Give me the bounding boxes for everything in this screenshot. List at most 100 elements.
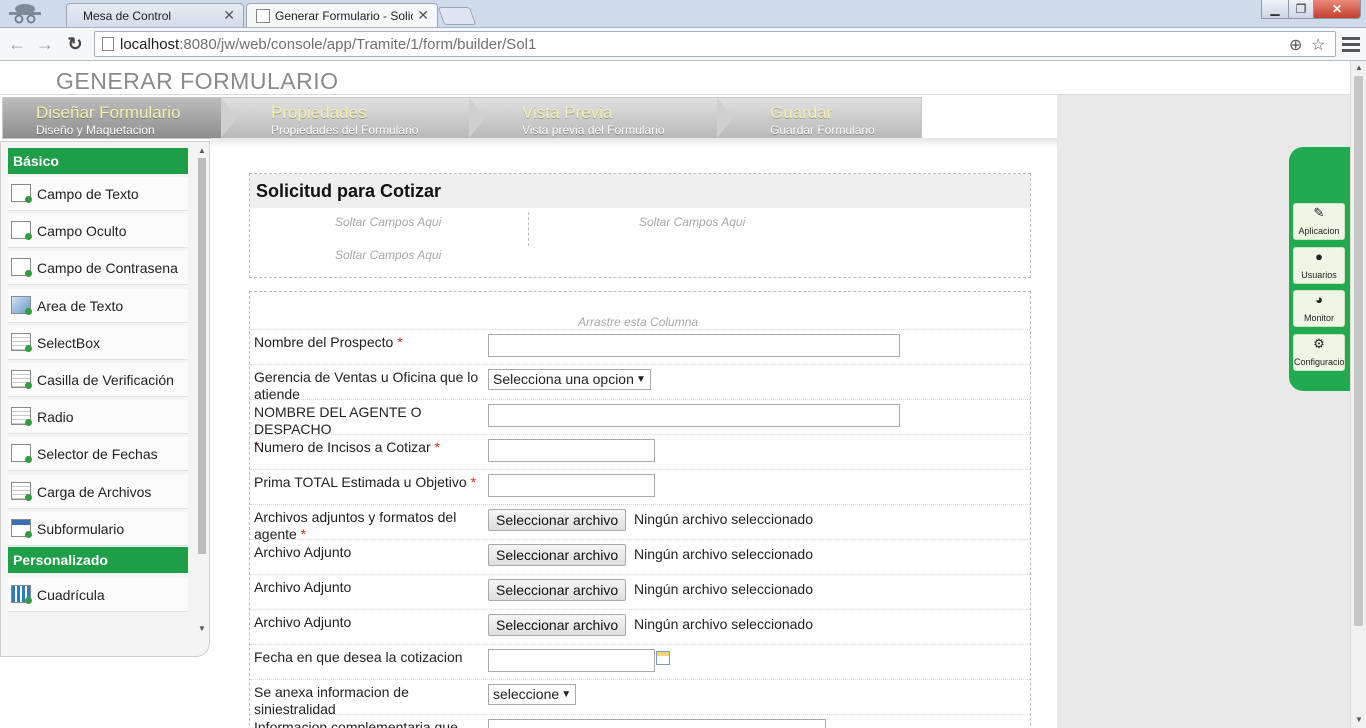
step-vista-previa[interactable]: Vista Previa Vista previa del Formulario <box>487 98 717 138</box>
app-menu-monitor[interactable]: ◕ Monitor <box>1293 290 1345 327</box>
tab-mesa-de-control[interactable]: Mesa de Control ✕ <box>66 3 244 27</box>
prima-input[interactable] <box>488 474 655 497</box>
palette-item-casilla-de-verificacion[interactable]: Casilla de Verificación <box>8 363 188 397</box>
field-label-text: Prima TOTAL Estimada u Objetivo <box>254 474 467 490</box>
tab-generar-formulario[interactable]: Generar Formulario - Solic ✕ <box>246 3 438 27</box>
app-menu-label: Usuarios <box>1301 270 1337 280</box>
scroll-down-icon[interactable]: ▼ <box>198 624 206 633</box>
palette-item-campo-de-texto[interactable]: Campo de Texto <box>8 177 188 211</box>
field-row-incisos[interactable]: Numero de Incisos a Cotizar * <box>250 434 1030 469</box>
field-row-agente[interactable]: NOMBRE DEL AGENTE O DESPACHO * <box>250 399 1030 454</box>
palette-item-cuadricula[interactable]: Cuadrícula <box>8 578 188 612</box>
select-file-button[interactable]: Seleccionar archivo <box>488 544 627 566</box>
gears-icon: ⚙ <box>1313 336 1325 351</box>
agente-input[interactable] <box>488 404 900 427</box>
app-menu-usuarios[interactable]: ● Usuarios <box>1293 247 1345 284</box>
app-menu-aplicacion[interactable]: ✎ Aplicacion <box>1293 203 1345 240</box>
window-close-button[interactable]: ✕ <box>1313 0 1361 19</box>
step-disenar-formulario[interactable]: Diseñar Formulario Diseño y Maquetacion <box>3 98 221 138</box>
maximize-button[interactable]: ❐ <box>1288 0 1314 19</box>
gerencia-select[interactable]: Selecciona una opcion ▼ <box>488 369 651 390</box>
close-tab-icon[interactable]: ✕ <box>417 7 429 24</box>
field-row-adjuntos[interactable]: Archivos adjuntos y formatos del agente … <box>250 504 1030 542</box>
palette-item-label: Cuadrícula <box>37 587 105 603</box>
tab-title: Mesa de Control <box>83 9 172 23</box>
zoom-icon[interactable]: ⊕ <box>1289 35 1302 55</box>
fecha-input[interactable] <box>488 649 655 672</box>
palette-scroll-thumb[interactable] <box>198 158 206 554</box>
palette-item-carga-de-archivos[interactable]: Carga de Archivos <box>8 475 188 509</box>
field-row-archivo-2[interactable]: Archivo Adjunto Seleccionar archivo Ning… <box>250 574 1030 609</box>
new-tab-button[interactable] <box>437 7 477 25</box>
form-section-header[interactable]: Solicitud para Cotizar Soltar Campos Aqu… <box>249 173 1031 278</box>
field-row-fecha[interactable]: Fecha en que desea la cotizacion <box>250 644 1030 679</box>
palette-item-campo-oculto[interactable]: Campo Oculto <box>8 214 188 248</box>
step-subtitle: Vista previa del Formulario <box>522 123 665 137</box>
app-menu-configuracion[interactable]: ⚙ Configuracio <box>1293 334 1345 371</box>
reload-icon[interactable]: ↻ <box>64 33 86 55</box>
step-guardar[interactable]: Guardar Guardar Formulario <box>735 98 921 138</box>
palette-item-selector-de-fechas[interactable]: Selector de Fechas <box>8 437 188 471</box>
form-section-fields[interactable]: Arrastre esta Columna Nombre del Prospec… <box>249 291 1031 728</box>
select-file-button[interactable]: Seleccionar archivo <box>488 614 627 636</box>
section-title: Solicitud para Cotizar <box>250 174 1030 208</box>
field-row-archivo-1[interactable]: Archivo Adjunto Seleccionar archivo Ning… <box>250 539 1030 574</box>
palette-item-subformulario[interactable]: Subformulario <box>8 512 188 546</box>
address-bar[interactable]: localhost:8080/jw/web/console/app/Tramit… <box>94 31 1336 57</box>
page-scroll-thumb[interactable] <box>1354 76 1363 626</box>
prospecto-input[interactable] <box>488 334 900 357</box>
field-row-prima[interactable]: Prima TOTAL Estimada u Objetivo * <box>250 469 1030 504</box>
field-row-siniestralidad[interactable]: Se anexa informacion de siniestralidad s… <box>250 679 1030 717</box>
select-file-button[interactable]: Seleccionar archivo <box>488 579 627 601</box>
hidden-field-icon <box>11 221 32 240</box>
required-mark: * <box>397 334 403 350</box>
field-label: Archivo Adjunto <box>254 614 352 630</box>
back-icon[interactable]: ← <box>6 33 28 55</box>
forward-icon[interactable]: → <box>34 33 56 55</box>
scroll-down-icon[interactable]: ▼ <box>1355 715 1363 724</box>
browser-toolbar: ← → ↻ localhost:8080/jw/web/console/app/… <box>0 28 1366 61</box>
siniestralidad-select[interactable]: seleccione ▼ <box>488 684 577 705</box>
required-mark: * <box>434 439 440 455</box>
field-row-complementaria[interactable]: Informacion complementaria que <box>250 714 1030 728</box>
tab-title: Generar Formulario - Solic <box>275 9 413 23</box>
palette-item-area-de-texto[interactable]: Area de Texto <box>8 289 188 323</box>
palette-scrollbar[interactable]: ▲ ▼ <box>196 146 208 634</box>
select-value: seleccione <box>493 686 560 702</box>
user-icon: ● <box>1315 249 1323 264</box>
close-tab-icon[interactable]: ✕ <box>223 7 235 24</box>
field-row-gerencia[interactable]: Gerencia de Ventas u Oficina que lo atie… <box>250 364 1030 402</box>
palette-item-radio[interactable]: Radio <box>8 400 188 434</box>
palette-heading-personalizado: Personalizado <box>8 547 188 573</box>
field-label: Prima TOTAL Estimada u Objetivo * <box>254 474 486 491</box>
palette-item-label: SelectBox <box>37 335 101 351</box>
minimize-button[interactable]: ▁ <box>1261 0 1289 19</box>
file-upload-icon <box>11 482 32 501</box>
browser-menu-icon[interactable] <box>1342 34 1360 54</box>
field-label-text: Nombre del Prospecto <box>254 334 394 350</box>
app-side-menu: ✎ Aplicacion ● Usuarios ◕ Monitor ⚙ Conf… <box>1289 147 1350 391</box>
bookmark-star-icon[interactable]: ☆ <box>1311 35 1325 55</box>
palette-item-label: Selector de Fechas <box>37 446 158 462</box>
file-status: Ningún archivo seleccionado <box>634 616 813 632</box>
app-menu-label: Configuracio <box>1294 357 1344 367</box>
select-file-button[interactable]: Seleccionar archivo <box>488 509 627 531</box>
field-label-text: NOMBRE DEL AGENTE O DESPACHO <box>254 404 422 437</box>
scroll-up-icon[interactable]: ▲ <box>1355 63 1363 72</box>
field-row-archivo-3[interactable]: Archivo Adjunto Seleccionar archivo Ning… <box>250 609 1030 644</box>
step-subtitle: Diseño y Maquetacion <box>36 123 155 137</box>
url-text: localhost:8080/jw/web/console/app/Tramit… <box>120 36 536 53</box>
calendar-icon[interactable] <box>656 651 670 665</box>
incisos-input[interactable] <box>488 439 655 462</box>
palette-item-selectbox[interactable]: SelectBox <box>8 326 188 360</box>
datepicker-icon <box>11 444 32 463</box>
step-propiedades[interactable]: Propiedades Propiedades del Formulario <box>239 98 469 138</box>
complementaria-input[interactable] <box>488 719 826 728</box>
step-subtitle: Propiedades del Formulario <box>271 123 419 137</box>
palette-item-campo-de-contrasena[interactable]: Campo de Contrasena <box>8 251 188 285</box>
scroll-up-icon[interactable]: ▲ <box>198 146 206 155</box>
field-row-prospecto[interactable]: Nombre del Prospecto * <box>250 329 1030 364</box>
page-scrollbar[interactable]: ▲ ▼ <box>1350 61 1366 728</box>
password-field-icon <box>11 258 32 277</box>
page-title: GENERAR FORMULARIO <box>56 68 339 94</box>
